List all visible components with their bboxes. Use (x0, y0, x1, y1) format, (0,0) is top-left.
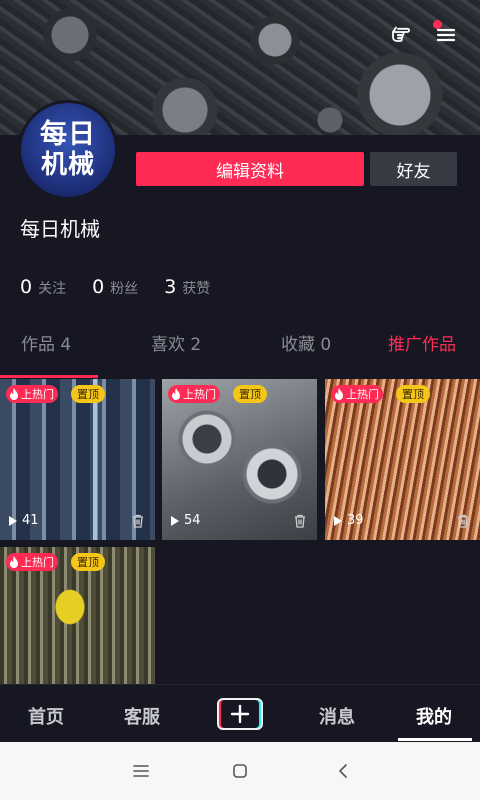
plus-icon (230, 704, 250, 724)
hot-badge-label: 上热门 (183, 388, 216, 401)
trash-icon[interactable] (293, 514, 307, 528)
flame-icon (172, 388, 180, 400)
stat-value: 3 (164, 276, 177, 298)
pinned-badge: 置顶 (233, 385, 267, 403)
hot-badge-label: 上热门 (346, 388, 379, 401)
hot-badge-label: 上热门 (21, 556, 54, 569)
tab-promoted-works[interactable]: 推广作品 (388, 330, 456, 355)
edit-profile-button[interactable]: 编辑资料 (136, 152, 364, 186)
stat-followers[interactable]: 0 粉丝 (92, 276, 138, 298)
play-count-value: 54 (184, 513, 201, 528)
flame-icon (10, 388, 18, 400)
finger-pointer-icon[interactable] (386, 20, 416, 50)
nav-messages[interactable]: 消息 (319, 703, 355, 729)
nav-active-indicator (398, 738, 472, 741)
stat-label: 获赞 (182, 281, 211, 297)
stat-label: 关注 (38, 281, 67, 297)
video-thumbnail[interactable]: 上热门 置顶 39 (325, 379, 480, 540)
stat-likes[interactable]: 3 获赞 (164, 276, 210, 298)
tab-favorites[interactable]: 收藏 0 (281, 330, 331, 355)
play-icon (9, 515, 17, 526)
avatar-text-line2: 机械 (40, 150, 95, 180)
play-count: 41 (8, 513, 39, 528)
play-count: 39 (333, 513, 364, 528)
tab-works[interactable]: 作品 4 (21, 330, 71, 355)
create-post-button[interactable] (217, 698, 263, 730)
system-navigation-bar (0, 742, 480, 800)
video-thumbnail[interactable]: 上热门 置顶 54 (162, 379, 317, 540)
stat-value: 0 (20, 276, 33, 298)
trash-icon[interactable] (131, 514, 145, 528)
stat-following[interactable]: 0 关注 (20, 276, 66, 298)
nav-me[interactable]: 我的 (416, 703, 452, 729)
play-icon (171, 515, 179, 526)
pinned-badge: 置顶 (71, 385, 105, 403)
recent-apps-icon[interactable] (131, 761, 151, 781)
trash-icon[interactable] (456, 514, 470, 528)
hot-badge-label: 上热门 (21, 388, 54, 401)
tab-active-indicator (0, 375, 98, 378)
hot-badge: 上热门 (6, 385, 58, 403)
nav-home[interactable]: 首页 (28, 703, 64, 729)
hot-badge: 上热门 (168, 385, 220, 403)
pinned-badge: 置顶 (396, 385, 430, 403)
flame-icon (10, 556, 18, 568)
video-thumbnail[interactable]: 上热门 置顶 41 (0, 379, 155, 540)
bottom-nav: 首页 客服 消息 我的 (0, 684, 480, 742)
pinned-badge: 置顶 (71, 553, 105, 571)
notification-dot (433, 20, 442, 29)
play-count-value: 41 (22, 513, 39, 528)
stats-row: 0 关注 0 粉丝 3 获赞 (20, 276, 236, 298)
hot-badge: 上热门 (6, 553, 58, 571)
stat-label: 粉丝 (110, 281, 139, 297)
profile-tabs: 作品 4 喜欢 2 收藏 0 推广作品 (0, 330, 480, 370)
stat-value: 0 (92, 276, 105, 298)
flame-icon (335, 388, 343, 400)
tab-likes[interactable]: 喜欢 2 (151, 330, 201, 355)
username: 每日机械 (20, 217, 100, 241)
avatar-text-line1: 每日 (40, 119, 96, 150)
play-icon (334, 515, 342, 526)
nav-customer-service[interactable]: 客服 (124, 703, 160, 729)
play-count-value: 39 (347, 513, 364, 528)
avatar[interactable]: 每日 机械 (18, 100, 118, 200)
back-icon[interactable] (333, 761, 353, 781)
hot-badge: 上热门 (331, 385, 383, 403)
play-count: 54 (170, 513, 201, 528)
profile-screen: 每日 机械 编辑资料 好友 每日机械 0 关注 0 粉丝 3 获赞 作品 4 喜… (0, 0, 480, 800)
friends-button[interactable]: 好友 (370, 152, 457, 186)
home-icon[interactable] (230, 761, 250, 781)
